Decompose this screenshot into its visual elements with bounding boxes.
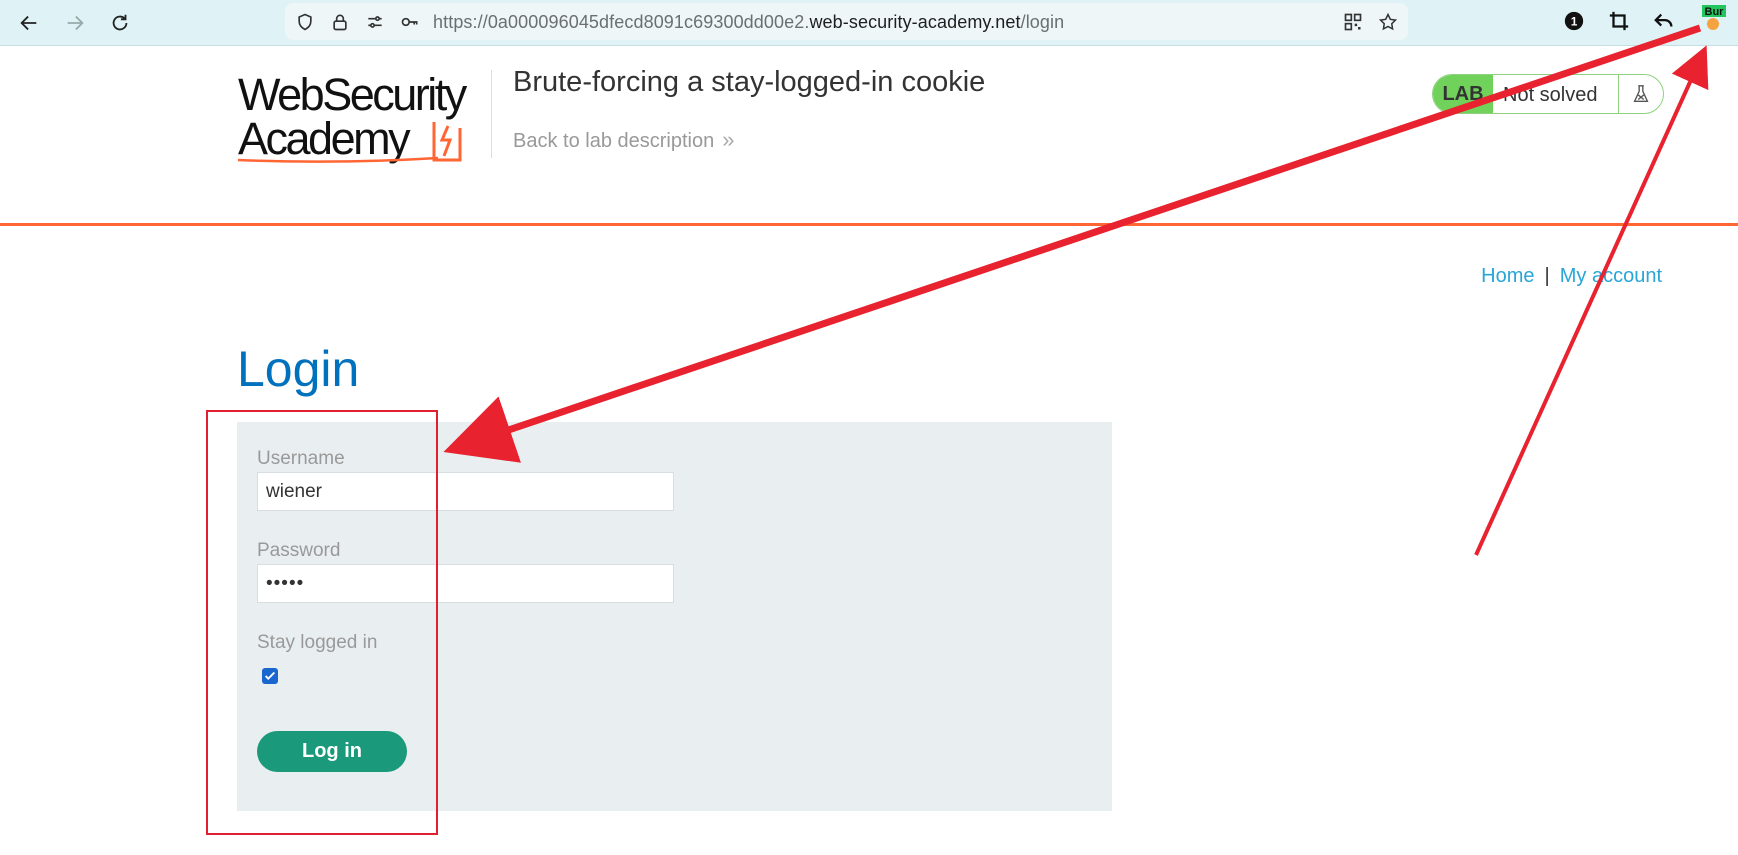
logo-underline-icon [238, 156, 438, 163]
web-security-academy-logo[interactable]: WebSecurity Academy [238, 69, 488, 164]
forward-arrow-icon[interactable] [58, 6, 92, 40]
arrow-to-extension [1474, 45, 1709, 556]
star-icon[interactable] [1378, 12, 1398, 32]
annotation-highlight-box [206, 410, 438, 835]
home-link[interactable]: Home [1481, 265, 1534, 287]
qr-code-icon[interactable] [1343, 12, 1363, 32]
url-text[interactable]: https://0a000096045dfecd8091c69300dd00e2… [433, 12, 1064, 33]
top-nav: Home | My account [1481, 265, 1662, 288]
page-title: Login [237, 341, 360, 397]
burp-extension-icon[interactable]: Bur [1700, 5, 1726, 31]
header-separator [0, 223, 1738, 226]
back-arrow-icon[interactable] [12, 6, 46, 40]
my-account-link[interactable]: My account [1560, 265, 1662, 287]
lab-title: Brute-forcing a stay-logged-in cookie [513, 66, 986, 98]
nav-separator: | [1544, 265, 1550, 287]
reload-icon[interactable] [103, 6, 137, 40]
double-chevron-right-icon: » [722, 127, 735, 152]
logo-text-line1: WebSecurity [238, 69, 467, 120]
browser-toolbar: https://0a000096045dfecd8091c69300dd00e2… [0, 0, 1738, 46]
lab-status-text: Not solved [1503, 84, 1598, 106]
shield-icon[interactable] [295, 12, 315, 32]
counter-badge-icon[interactable]: 1 [1562, 9, 1586, 33]
counter-badge-text: 1 [1571, 15, 1578, 29]
extension-label: Bur [1705, 6, 1725, 18]
lab-badge: LAB [1433, 75, 1493, 113]
back-link-text: Back to lab description [513, 130, 715, 152]
url-domain: web-security-academy.net [809, 12, 1021, 32]
url-path: /login [1020, 12, 1065, 32]
back-to-lab-link[interactable]: Back to lab description » [513, 127, 734, 153]
crop-icon[interactable] [1607, 9, 1631, 33]
url-prefix: https://0a000096045dfecd8091c69300dd00e2… [433, 12, 810, 32]
flask-icon [1618, 75, 1663, 113]
lab-status-widget: LAB Not solved [1432, 74, 1664, 114]
logo-text-line2: Academy [238, 113, 411, 164]
permissions-icon[interactable] [365, 12, 385, 32]
key-icon[interactable] [400, 12, 420, 32]
header-divider [491, 70, 492, 158]
url-bar[interactable]: https://0a000096045dfecd8091c69300dd00e2… [285, 3, 1408, 40]
lock-icon[interactable] [330, 12, 350, 32]
undo-icon[interactable] [1652, 9, 1676, 33]
